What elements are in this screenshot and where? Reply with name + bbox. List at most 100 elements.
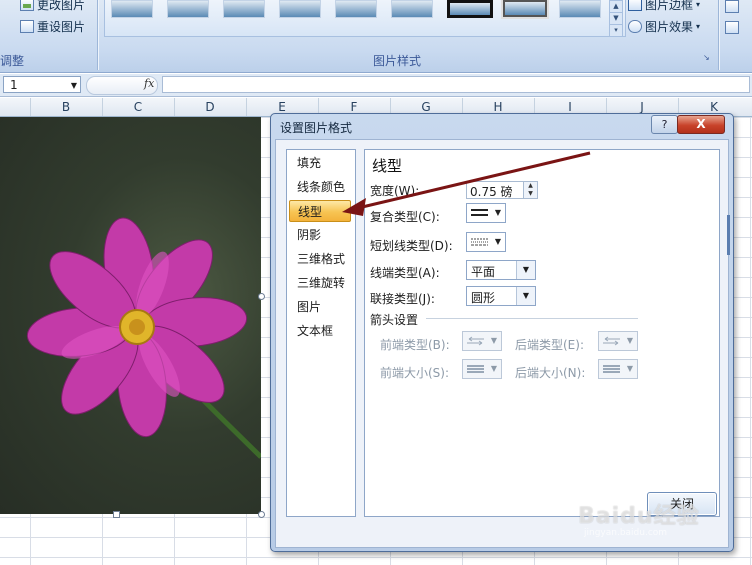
group-divider — [718, 0, 719, 70]
chevron-down-icon: ▾ — [696, 0, 701, 9]
arrow-size-icon — [467, 365, 484, 373]
chevron-down-icon: ▼ — [626, 364, 633, 373]
resize-handle[interactable] — [258, 293, 265, 300]
arrange-icon[interactable] — [725, 0, 739, 13]
spin-up-icon[interactable]: ▲ — [524, 182, 537, 190]
chevron-down-icon[interactable]: ▼ — [71, 77, 77, 94]
join-type-value: 圆形 — [471, 291, 496, 305]
end-type-dropdown[interactable]: ▼ — [598, 331, 638, 351]
cap-type-value: 平面 — [471, 265, 496, 279]
width-label: 宽度(W): — [370, 184, 420, 198]
line-style-panel: 线型 宽度(W): 0.75 磅 ▲ ▼ 复合类型(C): ▼ 短划线类型(D)… — [364, 149, 720, 517]
title-close-button[interactable]: X — [677, 115, 725, 134]
chevron-down-icon: ▼ — [626, 336, 633, 345]
flower-picture[interactable] — [0, 117, 261, 514]
nav-item-text-box[interactable]: 文本框 — [289, 320, 351, 342]
column-header[interactable]: D — [203, 100, 217, 114]
dash-type-label: 短划线类型(D): — [370, 239, 453, 253]
nav-item-3d-rotation[interactable]: 三维旋转 — [289, 272, 351, 294]
compound-type-dropdown[interactable]: ▼ — [466, 203, 506, 223]
style-thumbnail[interactable] — [223, 0, 265, 18]
effects-icon — [628, 20, 642, 33]
formula-bar: 1 ▼ fx — [0, 74, 752, 97]
reset-picture-icon — [20, 20, 34, 33]
pen-icon — [628, 0, 642, 11]
column-divider — [246, 98, 247, 116]
gallery-more-icon[interactable]: ▾ — [609, 24, 623, 37]
column-header[interactable]: J — [635, 100, 649, 114]
style-thumbnail[interactable] — [335, 0, 377, 18]
change-picture-icon — [20, 0, 34, 11]
column-header[interactable]: K — [707, 100, 721, 114]
dialog-launcher-icon[interactable]: ↘ — [703, 53, 710, 62]
nav-item-fill[interactable]: 填充 — [289, 152, 351, 174]
formula-input[interactable] — [162, 76, 750, 93]
dialog-body: 填充 线条颜色 线型 阴影 三维格式 三维旋转 图片 文本框 线型 宽度(W):… — [275, 139, 729, 548]
section-title: 线型 — [372, 157, 403, 175]
name-box-value: 1 — [10, 78, 18, 92]
column-header[interactable]: G — [419, 100, 433, 114]
column-header[interactable]: E — [275, 100, 289, 114]
nav-item-shadow[interactable]: 阴影 — [289, 224, 351, 246]
name-box[interactable]: 1 ▼ — [3, 76, 81, 93]
style-thumbnail[interactable] — [279, 0, 321, 18]
join-type-select[interactable]: 圆形 ▼ — [466, 286, 536, 306]
dialog-title: 设置图片格式 — [280, 121, 353, 135]
column-divider — [30, 98, 31, 116]
cap-type-select[interactable]: 平面 ▼ — [466, 260, 536, 280]
width-spinner[interactable]: 0.75 磅 ▲ ▼ — [466, 181, 538, 199]
selection-pane-icon[interactable] — [725, 21, 739, 34]
nav-item-picture[interactable]: 图片 — [289, 296, 351, 318]
begin-type-dropdown[interactable]: ▼ — [462, 331, 502, 351]
picture-styles-group-label: 图片样式 — [373, 54, 422, 68]
style-thumbnail[interactable] — [391, 0, 433, 18]
dash-type-dropdown[interactable]: ▼ — [466, 232, 506, 252]
column-header[interactable]: B — [59, 100, 73, 114]
change-picture-label: 更改图片 — [37, 0, 86, 12]
function-icon[interactable]: fx — [144, 77, 154, 90]
chevron-down-icon[interactable]: ▼ — [516, 287, 535, 305]
end-size-dropdown[interactable]: ▼ — [598, 359, 638, 379]
style-thumbnail[interactable] — [503, 0, 547, 17]
nav-item-line-color[interactable]: 线条颜色 — [289, 176, 351, 198]
style-thumbnail[interactable] — [559, 0, 601, 18]
reset-picture-button[interactable]: 重设图片 — [20, 18, 85, 35]
end-type-label: 后端类型(E): — [515, 338, 584, 352]
chevron-down-icon: ▼ — [490, 364, 497, 373]
chevron-down-icon: ▼ — [494, 237, 501, 246]
style-thumbnail[interactable] — [167, 0, 209, 18]
reset-picture-label: 重设图片 — [37, 20, 86, 34]
cap-type-label: 线端类型(A): — [370, 266, 440, 280]
begin-size-label: 前端大小(S): — [380, 366, 450, 380]
picture-styles-gallery[interactable] — [104, 0, 626, 37]
style-thumbnail[interactable] — [111, 0, 153, 18]
column-header[interactable]: H — [491, 100, 505, 114]
format-picture-dialog: 设置图片格式 ? X 填充 线条颜色 线型 阴影 三维格式 三维旋转 图片 文本… — [270, 113, 734, 552]
nav-item-line-style[interactable]: 线型 — [289, 200, 351, 222]
chevron-down-icon: ▼ — [494, 208, 501, 217]
dash-lines-icon — [471, 238, 488, 246]
column-header[interactable]: C — [131, 100, 145, 114]
style-thumbnail[interactable] — [447, 0, 493, 18]
resize-handle[interactable] — [113, 511, 120, 518]
watermark-url: jingyan.baidu.com — [584, 528, 668, 538]
change-picture-button[interactable]: 更改图片 — [20, 0, 85, 13]
resize-handle[interactable] — [258, 511, 265, 518]
picture-border-button[interactable]: 图片边框 ▾ — [628, 0, 700, 13]
arrow-type-icon — [603, 336, 620, 346]
join-type-label: 联接类型(J): — [370, 292, 435, 306]
begin-size-dropdown[interactable]: ▼ — [462, 359, 502, 379]
chevron-down-icon[interactable]: ▼ — [516, 261, 535, 279]
column-header[interactable]: I — [563, 100, 577, 114]
width-value[interactable]: 0.75 磅 — [470, 183, 513, 200]
spinner-buttons: ▲ ▼ — [523, 182, 537, 198]
compound-type-label: 复合类型(C): — [370, 210, 440, 224]
nav-item-3d-format[interactable]: 三维格式 — [289, 248, 351, 270]
column-header[interactable]: F — [347, 100, 361, 114]
compound-lines-icon — [471, 209, 488, 216]
help-button[interactable]: ? — [651, 115, 678, 134]
picture-effects-button[interactable]: 图片效果 ▾ — [628, 18, 700, 35]
ribbon: 更改图片 重设图片 调整 ▲ ▼ ▾ 图片样式 ↘ 图片边框 ▾ 图片效果 ▾ — [0, 0, 752, 73]
category-list: 填充 线条颜色 线型 阴影 三维格式 三维旋转 图片 文本框 — [286, 149, 356, 517]
spin-down-icon[interactable]: ▼ — [524, 190, 537, 198]
